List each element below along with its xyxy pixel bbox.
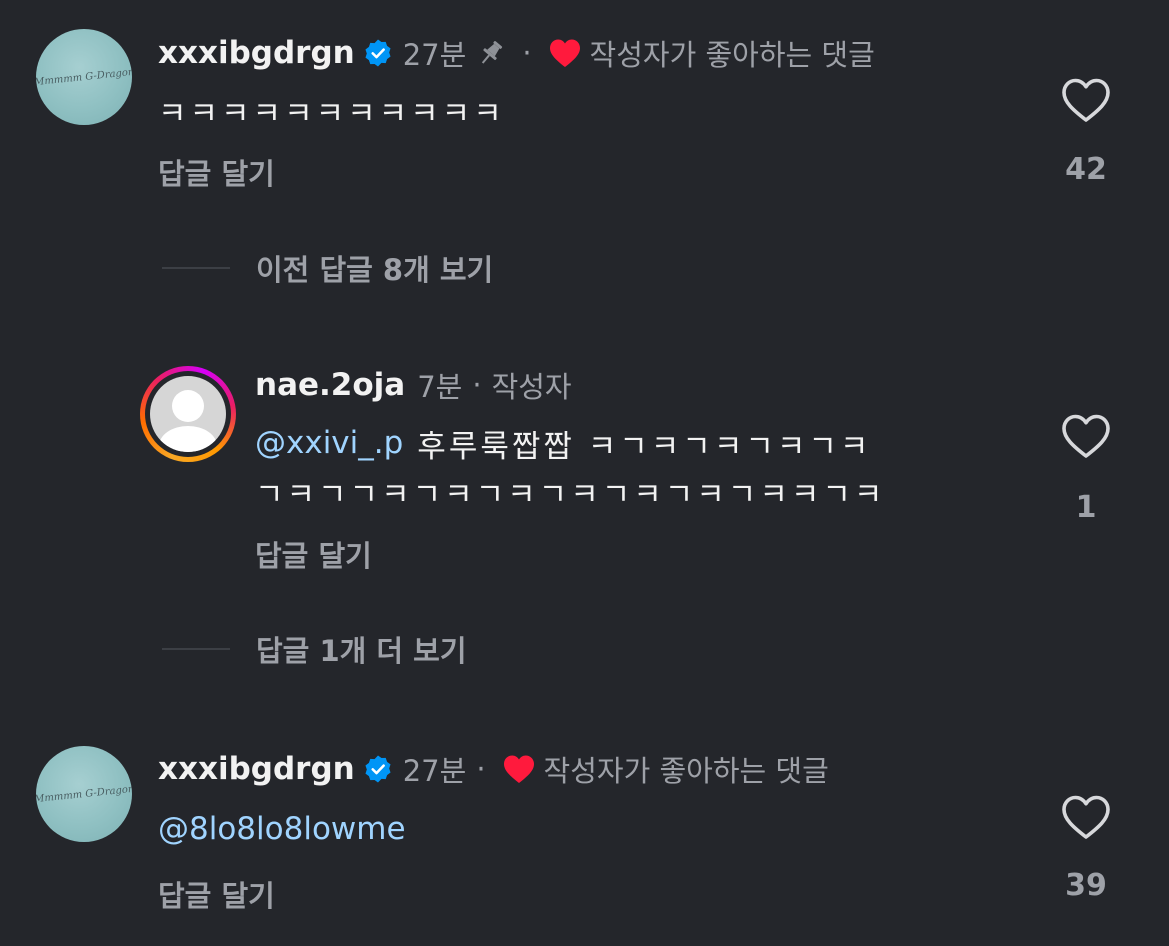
- separator-dot: ·: [476, 752, 486, 786]
- reply-button[interactable]: 답글 달기: [158, 151, 275, 193]
- reply-action: 답글 달기: [158, 872, 275, 916]
- comment-body: ㅋㅋㅋㅋㅋㅋㅋㅋㅋㅋㅋ: [158, 95, 505, 132]
- view-replies-toggle[interactable]: 이전 답글 8개 보기: [256, 246, 493, 290]
- comment-body: ㄱㅋㄱㄱㅋㄱㅋㄱㅋㄱㅋㄱㅋㄱㅋㄱㅋㅋㄱㅋ: [255, 476, 886, 513]
- divider-line: [162, 267, 230, 269]
- timestamp: 27분: [402, 754, 467, 788]
- username[interactable]: xxxibgdrgn: [158, 751, 355, 787]
- heart-outline-icon[interactable]: [1060, 76, 1112, 124]
- heart-filled-icon: [503, 755, 534, 783]
- pin-icon: [482, 41, 503, 64]
- comment-text: ㅋㅋㅋㅋㅋㅋㅋㅋㅋㅋㅋ: [158, 88, 505, 132]
- avatar-signature: Mmmmm G-Dragon: [36, 783, 132, 805]
- default-avatar-icon: [150, 376, 226, 452]
- view-more-replies-button[interactable]: 답글 1개 더 보기: [256, 628, 467, 670]
- divider-line: [162, 648, 230, 650]
- verified-badge-icon: [365, 755, 391, 783]
- verified-badge-icon: [365, 39, 391, 67]
- heart-filled-icon: [549, 39, 580, 67]
- comments-panel: Mmmmm G-Dragon xxxibgdrgn 27분 · 작성자가 좋아하…: [0, 0, 1169, 946]
- username[interactable]: nae.2oja: [255, 367, 405, 403]
- view-previous-replies-button[interactable]: 이전 답글 8개 보기: [256, 247, 493, 289]
- heart-outline-icon[interactable]: [1060, 412, 1112, 460]
- avatar-story-ring[interactable]: [140, 366, 236, 462]
- view-replies-toggle[interactable]: 답글 1개 더 보기: [256, 627, 467, 671]
- timestamp: 7분: [417, 370, 463, 404]
- avatar-signature: Mmmmm G-Dragon: [36, 66, 132, 88]
- comment-header: xxxibgdrgn 27분 · 작성자가 좋아하는 댓글: [158, 746, 829, 792]
- comment-body: 후루룩짭짭 ㅋㄱㅋㄱㅋㄱㅋㄱㅋ: [417, 428, 872, 465]
- reply-action: 답글 달기: [255, 532, 372, 576]
- comment-header: nae.2oja 7분 · 작성자: [255, 362, 572, 408]
- liked-by-author-label: 작성자가 좋아하는 댓글: [589, 38, 875, 72]
- comment-text: @8lo8lo8lowme: [158, 806, 406, 852]
- avatar[interactable]: Mmmmm G-Dragon: [36, 29, 132, 125]
- reply-action: 답글 달기: [158, 150, 275, 194]
- mention-link[interactable]: @xxivi_.p: [255, 425, 403, 461]
- comment-text-line2: ㄱㅋㄱㄱㅋㄱㅋㄱㅋㄱㅋㄱㅋㄱㅋㄱㅋㅋㄱㅋ: [255, 468, 885, 514]
- reply-button[interactable]: 답글 달기: [255, 533, 372, 575]
- author-label: 작성자: [491, 370, 572, 404]
- avatar[interactable]: Mmmmm G-Dragon: [36, 746, 132, 842]
- heart-outline-icon[interactable]: [1060, 793, 1112, 841]
- like-count: 1: [1075, 490, 1097, 525]
- liked-by-author-label: 작성자가 좋아하는 댓글: [543, 754, 829, 788]
- comment-text: @xxivi_.p 후루룩짭짭 ㅋㄱㅋㄱㅋㄱㅋㄱㅋ: [255, 420, 871, 466]
- separator-dot: ·: [472, 368, 482, 402]
- comment-header: xxxibgdrgn 27분 · 작성자가 좋아하는 댓글: [158, 30, 875, 76]
- timestamp: 27분: [402, 38, 467, 72]
- reply-button[interactable]: 답글 달기: [158, 873, 275, 915]
- username[interactable]: xxxibgdrgn: [158, 35, 355, 71]
- separator-dot: ·: [522, 36, 532, 70]
- mention-link[interactable]: @8lo8lo8lowme: [158, 811, 406, 847]
- like-count: 42: [1065, 152, 1107, 187]
- like-count: 39: [1065, 868, 1107, 903]
